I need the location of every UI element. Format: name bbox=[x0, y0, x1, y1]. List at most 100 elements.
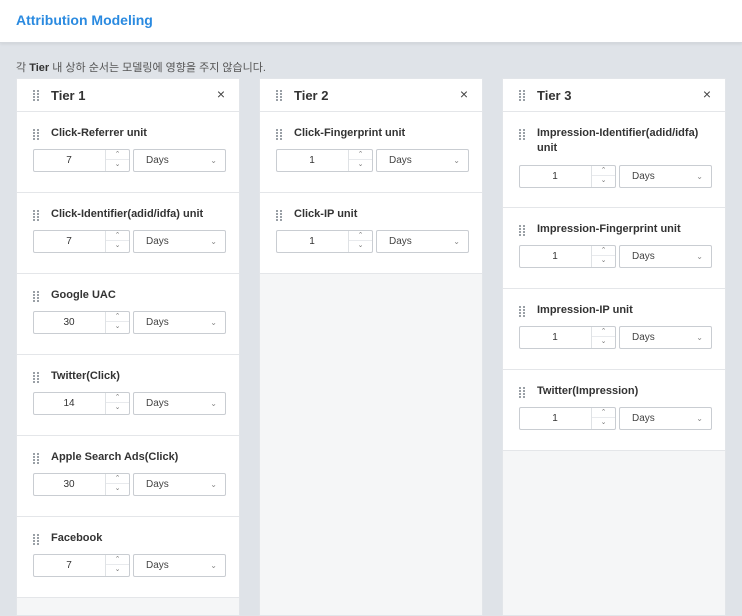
attribution-item[interactable]: Impression-IP unit 1 ⌃ ⌄ Days ⌄ bbox=[503, 289, 725, 370]
window-unit-select[interactable]: Days ⌄ bbox=[133, 554, 226, 577]
chevron-up-icon[interactable]: ⌃ bbox=[106, 393, 129, 403]
window-unit-select[interactable]: Days ⌄ bbox=[133, 392, 226, 415]
chevron-up-icon[interactable]: ⌃ bbox=[349, 150, 372, 160]
drag-handle-icon[interactable] bbox=[519, 306, 527, 317]
chevron-down-icon[interactable]: ⌄ bbox=[592, 176, 615, 186]
tier-column-1: Tier 1 × Click-Referrer unit 7 ⌃ ⌄ Days ⌄ Click-… bbox=[16, 78, 240, 616]
attribution-item[interactable]: Twitter(Impression) 1 ⌃ ⌄ Days ⌄ bbox=[503, 370, 725, 451]
chevron-down-icon[interactable]: ⌄ bbox=[106, 160, 129, 170]
drag-handle-icon[interactable] bbox=[33, 90, 41, 101]
window-number-stepper[interactable]: 1 ⌃ ⌄ bbox=[519, 326, 616, 349]
drag-handle-icon[interactable] bbox=[33, 453, 41, 464]
window-value[interactable]: 1 bbox=[520, 246, 590, 267]
window-value[interactable]: 30 bbox=[34, 474, 104, 495]
window-value[interactable]: 1 bbox=[520, 327, 590, 348]
window-value[interactable]: 30 bbox=[34, 312, 104, 333]
window-unit-select[interactable]: Days ⌄ bbox=[376, 230, 469, 253]
chevron-up-icon[interactable]: ⌃ bbox=[106, 555, 129, 565]
chevron-up-icon[interactable]: ⌃ bbox=[106, 231, 129, 241]
window-value[interactable]: 7 bbox=[34, 231, 104, 252]
window-unit-select[interactable]: Days ⌄ bbox=[376, 149, 469, 172]
chevron-down-icon: ⌄ bbox=[453, 237, 460, 246]
drag-handle-icon[interactable] bbox=[33, 291, 41, 302]
attribution-item[interactable]: Click-Fingerprint unit 1 ⌃ ⌄ Days ⌄ bbox=[260, 112, 482, 193]
window-value[interactable]: 1 bbox=[277, 231, 347, 252]
stepper-buttons: ⌃ ⌄ bbox=[591, 246, 615, 267]
chevron-down-icon[interactable]: ⌄ bbox=[349, 160, 372, 170]
window-unit-select[interactable]: Days ⌄ bbox=[619, 407, 712, 430]
window-value[interactable]: 7 bbox=[34, 555, 104, 576]
window-number-stepper[interactable]: 7 ⌃ ⌄ bbox=[33, 149, 130, 172]
window-unit-select[interactable]: Days ⌄ bbox=[619, 245, 712, 268]
window-number-stepper[interactable]: 30 ⌃ ⌄ bbox=[33, 311, 130, 334]
chevron-down-icon[interactable]: ⌄ bbox=[106, 241, 129, 251]
item-label: Click-Identifier(adid/idfa) unit bbox=[51, 208, 204, 220]
drag-handle-icon[interactable] bbox=[33, 129, 41, 140]
chevron-down-icon[interactable]: ⌄ bbox=[592, 256, 615, 266]
chevron-down-icon[interactable]: ⌄ bbox=[106, 484, 129, 494]
close-icon[interactable]: × bbox=[217, 86, 225, 102]
window-value[interactable]: 1 bbox=[277, 150, 347, 171]
chevron-up-icon[interactable]: ⌃ bbox=[349, 231, 372, 241]
drag-handle-icon[interactable] bbox=[519, 387, 527, 398]
attribution-item[interactable]: Impression-Fingerprint unit 1 ⌃ ⌄ Days ⌄ bbox=[503, 208, 725, 289]
attribution-item[interactable]: Click-IP unit 1 ⌃ ⌄ Days ⌄ bbox=[260, 193, 482, 274]
window-value[interactable]: 1 bbox=[520, 166, 590, 187]
chevron-down-icon[interactable]: ⌄ bbox=[106, 565, 129, 575]
window-value[interactable]: 1 bbox=[520, 408, 590, 429]
tier-column-2: Tier 2 × Click-Fingerprint unit 1 ⌃ ⌄ Days ⌄ Cli… bbox=[259, 78, 483, 616]
window-number-stepper[interactable]: 30 ⌃ ⌄ bbox=[33, 473, 130, 496]
drag-handle-icon[interactable] bbox=[519, 129, 527, 140]
window-number-stepper[interactable]: 1 ⌃ ⌄ bbox=[519, 245, 616, 268]
window-value[interactable]: 7 bbox=[34, 150, 104, 171]
attribution-item[interactable]: Twitter(Click) 14 ⌃ ⌄ Days ⌄ bbox=[17, 355, 239, 436]
item-label: Impression-Identifier(adid/idfa) unit bbox=[537, 127, 699, 154]
drag-handle-icon[interactable] bbox=[33, 534, 41, 545]
chevron-up-icon[interactable]: ⌃ bbox=[106, 474, 129, 484]
window-value[interactable]: 14 bbox=[34, 393, 104, 414]
drag-handle-icon[interactable] bbox=[519, 90, 527, 101]
drag-handle-icon[interactable] bbox=[276, 129, 284, 140]
drag-handle-icon[interactable] bbox=[33, 210, 41, 221]
window-unit-select[interactable]: Days ⌄ bbox=[619, 326, 712, 349]
window-number-stepper[interactable]: 1 ⌃ ⌄ bbox=[519, 407, 616, 430]
chevron-up-icon[interactable]: ⌃ bbox=[592, 166, 615, 176]
chevron-down-icon[interactable]: ⌄ bbox=[592, 418, 615, 428]
window-number-stepper[interactable]: 14 ⌃ ⌄ bbox=[33, 392, 130, 415]
chevron-down-icon[interactable]: ⌄ bbox=[349, 241, 372, 251]
attribution-item[interactable]: Click-Identifier(adid/idfa) unit 7 ⌃ ⌄ Days ⌄ bbox=[17, 193, 239, 274]
chevron-down-icon[interactable]: ⌄ bbox=[106, 322, 129, 332]
attribution-item[interactable]: Impression-Identifier(adid/idfa) unit 1 ⌃ ⌄… bbox=[503, 112, 725, 208]
close-icon[interactable]: × bbox=[703, 86, 711, 102]
chevron-down-icon[interactable]: ⌄ bbox=[106, 403, 129, 413]
unit-label: Days bbox=[389, 155, 412, 166]
window-unit-select[interactable]: Days ⌄ bbox=[133, 311, 226, 334]
chevron-up-icon[interactable]: ⌃ bbox=[592, 408, 615, 418]
drag-handle-icon[interactable] bbox=[276, 210, 284, 221]
chevron-down-icon[interactable]: ⌄ bbox=[592, 337, 615, 347]
window-number-stepper[interactable]: 7 ⌃ ⌄ bbox=[33, 230, 130, 253]
window-unit-select[interactable]: Days ⌄ bbox=[133, 230, 226, 253]
window-unit-select[interactable]: Days ⌄ bbox=[133, 473, 226, 496]
drag-handle-icon[interactable] bbox=[519, 225, 527, 236]
close-icon[interactable]: × bbox=[460, 86, 468, 102]
item-label: Facebook bbox=[51, 532, 103, 544]
item-label: Click-IP unit bbox=[294, 208, 358, 220]
attribution-item[interactable]: Google UAC 30 ⌃ ⌄ Days ⌄ bbox=[17, 274, 239, 355]
window-unit-select[interactable]: Days ⌄ bbox=[133, 149, 226, 172]
chevron-up-icon[interactable]: ⌃ bbox=[592, 327, 615, 337]
window-number-stepper[interactable]: 7 ⌃ ⌄ bbox=[33, 554, 130, 577]
item-label: Twitter(Impression) bbox=[537, 385, 639, 397]
chevron-up-icon[interactable]: ⌃ bbox=[592, 246, 615, 256]
chevron-up-icon[interactable]: ⌃ bbox=[106, 150, 129, 160]
drag-handle-icon[interactable] bbox=[276, 90, 284, 101]
window-number-stepper[interactable]: 1 ⌃ ⌄ bbox=[276, 149, 373, 172]
attribution-item[interactable]: Click-Referrer unit 7 ⌃ ⌄ Days ⌄ bbox=[17, 112, 239, 193]
attribution-item[interactable]: Facebook 7 ⌃ ⌄ Days ⌄ bbox=[17, 517, 239, 598]
drag-handle-icon[interactable] bbox=[33, 372, 41, 383]
attribution-item[interactable]: Apple Search Ads(Click) 30 ⌃ ⌄ Days ⌄ bbox=[17, 436, 239, 517]
chevron-up-icon[interactable]: ⌃ bbox=[106, 312, 129, 322]
window-unit-select[interactable]: Days ⌄ bbox=[619, 165, 712, 188]
window-number-stepper[interactable]: 1 ⌃ ⌄ bbox=[519, 165, 616, 188]
window-number-stepper[interactable]: 1 ⌃ ⌄ bbox=[276, 230, 373, 253]
